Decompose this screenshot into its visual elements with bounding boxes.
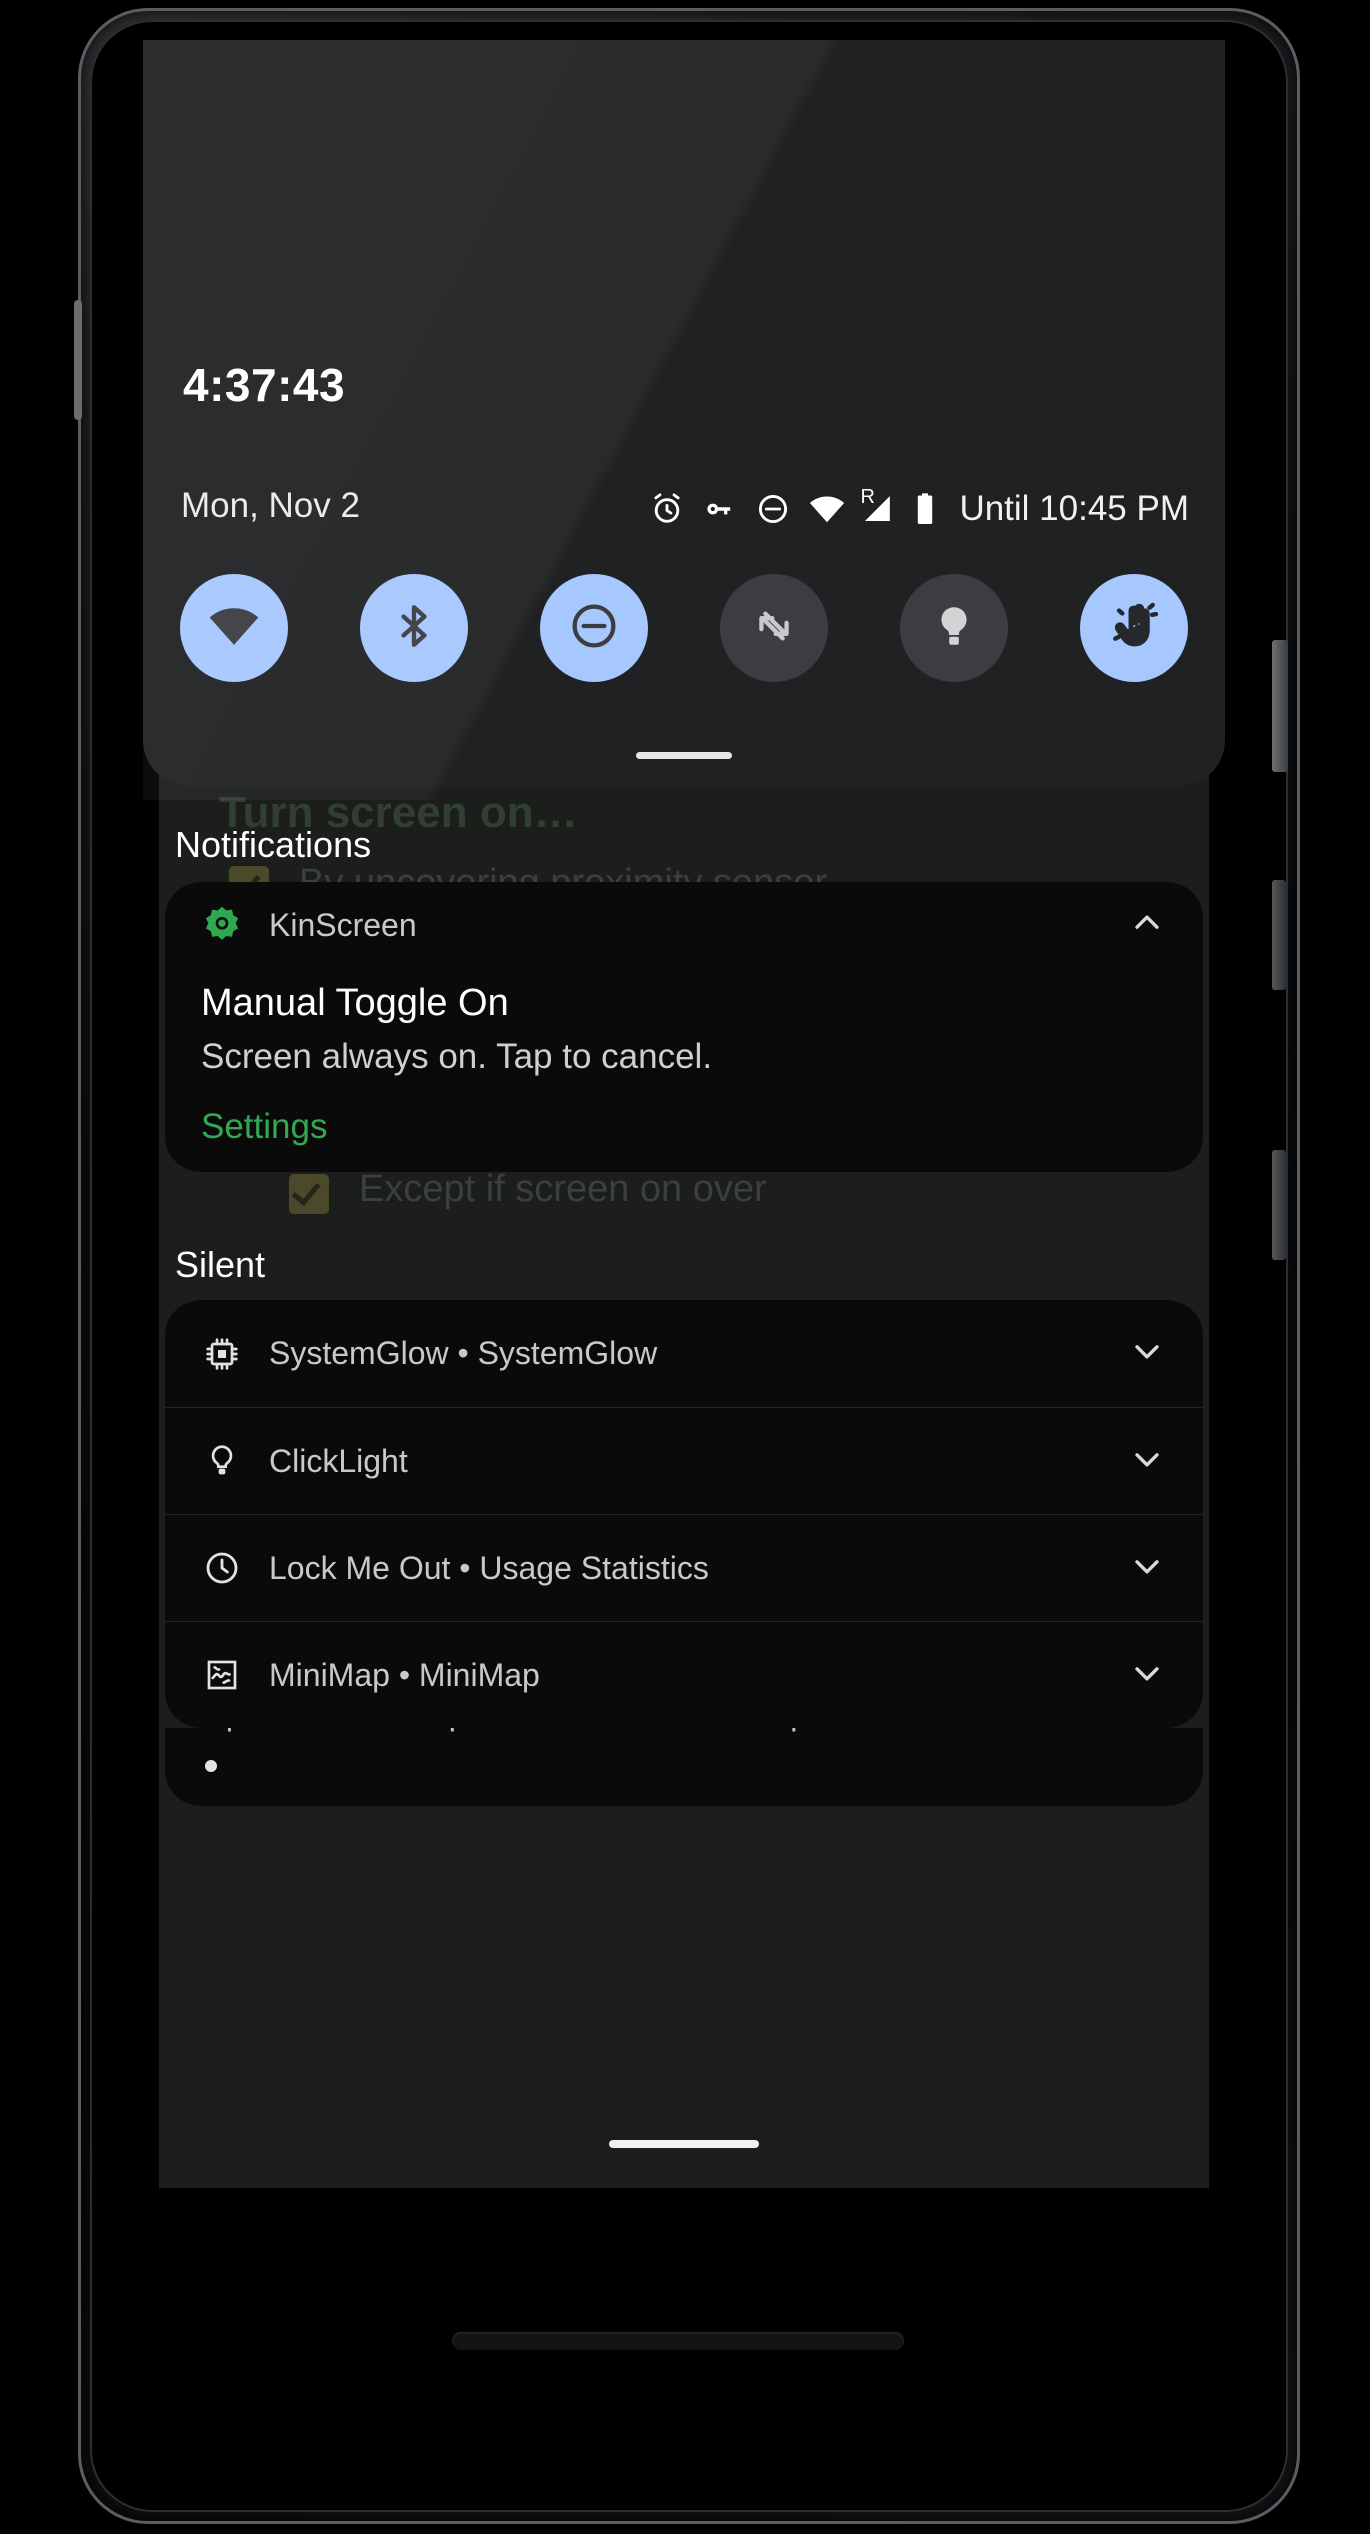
status-bar: Mon, Nov 2 R Until 10:45 PM [143,480,1225,538]
frame-accent [74,300,82,420]
clock-icon [201,1547,243,1589]
quick-tile-wifi[interactable] [180,574,288,682]
volume-up-button[interactable] [1272,880,1286,990]
chevron-down-icon[interactable] [1127,1653,1167,1698]
signal-cellular-icon: R [860,487,895,527]
quick-tile-auto-rotate[interactable] [720,574,828,682]
power-button[interactable] [1272,640,1288,772]
alarm-icon [649,491,685,527]
kinscreen-sun-icon [201,904,243,946]
silent-row-label: MiniMap • MiniMap [269,1656,540,1693]
wifi-icon [808,491,846,527]
notification-shade: 4:37:43 Mon, Nov 2 R Until 10:45 PM [143,40,1225,786]
volume-down-button[interactable] [1272,1150,1286,1260]
flashlight-icon [930,600,978,657]
phone-screen: Turn screen on… By uncovering proximity … [143,40,1225,2188]
shade-clock: 4:37:43 [183,359,346,411]
quick-tile-flashlight[interactable] [900,574,1008,682]
bg-checkbox [289,1174,329,1214]
chevron-down-icon[interactable] [1127,1331,1167,1376]
notification-card-kinscreen[interactable]: KinScreen Manual Toggle On Screen always… [165,882,1203,1172]
silent-row-clicklight[interactable]: ClickLight [165,1407,1203,1514]
quick-tile-do-not-disturb[interactable] [540,574,648,682]
quick-tile-bluetooth[interactable] [360,574,468,682]
screenshot-root: Turn screen on… By uncovering proximity … [0,0,1370,2534]
chevron-up-icon[interactable] [1127,903,1167,948]
notification-action-settings[interactable]: Settings [165,1107,1203,1147]
notification-time: 10:14:44 [1058,1728,1167,1731]
do-not-disturb-icon [755,491,791,527]
openvpn-row-content: OpenVPN f… • OpenVPN - us6147.nordvpn.c…… [165,1728,1203,1733]
notification-app-name: KinScreen [269,906,417,943]
overflow-dot [205,1760,217,1772]
silent-row-label: SystemGlow • SystemGlow [269,1335,658,1371]
chip-icon [201,1333,243,1375]
notification-header-row: KinScreen [165,882,1203,968]
battery-icon [912,491,938,527]
section-header-notifications: Notifications [175,824,372,865]
vpn-key-icon [702,491,738,527]
bottom-speaker [452,2332,904,2350]
bluetooth-icon [389,599,439,658]
dnd-until-label: Until 10:45 PM [959,489,1189,528]
silent-row-systemglow[interactable]: SystemGlow • SystemGlow [165,1300,1203,1407]
waving-hand-icon [1106,598,1162,659]
silent-row-minimap[interactable]: MiniMap • MiniMap [165,1621,1203,1728]
silent-row-label: OpenVPN f… • OpenVPN - us6147.nordvpn.c… [201,1728,883,1733]
silent-row-label: Lock Me Out • Usage Statistics [269,1549,709,1586]
map-image-icon [201,1654,243,1696]
chevron-down-icon[interactable] [1127,1439,1167,1484]
bg-row-text: Except if screen on over [359,1168,767,1210]
lightbulb-outline-icon [201,1440,243,1482]
section-header-silent: Silent [175,1244,266,1285]
chevron-down-icon[interactable] [1127,1546,1167,1591]
quick-settings-row [143,574,1225,682]
quick-tile-kinscreen[interactable] [1080,574,1188,682]
screen-rotation-icon [748,600,800,657]
notification-title: Manual Toggle On [201,982,509,1024]
do-not-disturb-icon [567,599,621,658]
notification-body: Screen always on. Tap to cancel. [201,1037,713,1076]
silent-notification-group: SystemGlow • SystemGlow ClickLight Lock … [165,1300,1203,1728]
silent-row-openvpn-partial[interactable]: OpenVPN f… • OpenVPN - us6147.nordvpn.c…… [165,1728,1203,1806]
silent-row-label: ClickLight [269,1442,408,1479]
roaming-badge: R [860,486,875,508]
shade-drag-handle[interactable] [636,752,732,759]
status-date: Mon, Nov 2 [181,486,360,525]
status-icon-group: R Until 10:45 PM [649,480,1189,538]
silent-row-lock-me-out[interactable]: Lock Me Out • Usage Statistics [165,1514,1203,1621]
navigation-gesture-pill[interactable] [609,2140,759,2148]
wifi-icon [207,601,261,656]
